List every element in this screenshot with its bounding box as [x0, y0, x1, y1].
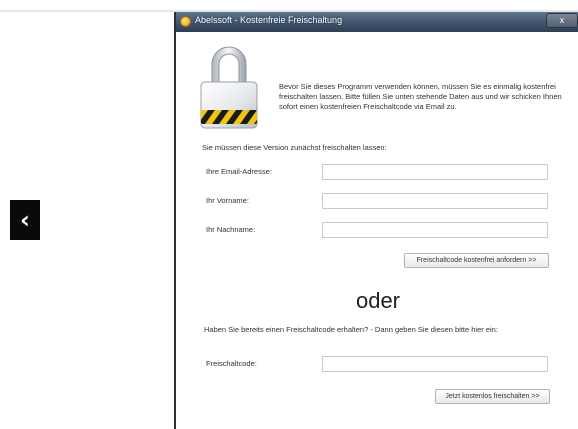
close-icon: x: [559, 15, 565, 25]
email-label: Ihre Email-Adresse:: [206, 167, 272, 176]
lastname-label: Ihr Nachname:: [206, 225, 256, 234]
back-arrow-button[interactable]: ‹: [10, 200, 40, 240]
screenshot-page: ‹ Abelssoft - Kostenfreie Freischaltung …: [0, 0, 578, 429]
code-question: Haben Sie bereits einen Freischaltcode e…: [204, 325, 498, 334]
lastname-row: Ihr Nachname:: [206, 222, 552, 239]
window-title: Abelssoft - Kostenfreie Freischaltung: [195, 15, 343, 25]
code-field[interactable]: [322, 356, 548, 372]
request-code-button[interactable]: Freischaltcode kostenfrei anfordern >>: [404, 253, 549, 268]
close-button[interactable]: x: [546, 13, 578, 28]
version-note: Sie müssen diese Version zunächst freisc…: [202, 143, 387, 152]
abelssoft-logo-icon: [180, 16, 191, 27]
chevron-left-icon: ‹: [20, 206, 30, 234]
or-separator: oder: [355, 288, 401, 313]
activation-dialog: Abelssoft - Kostenfreie Freischaltung x: [174, 12, 578, 429]
firstname-row: Ihr Vorname:: [206, 193, 552, 210]
padlock-icon: [200, 46, 258, 129]
intro-text: Bevor Sie dieses Programm verwenden könn…: [279, 82, 562, 111]
titlebar: Abelssoft - Kostenfreie Freischaltung x: [176, 12, 578, 32]
lastname-field[interactable]: [322, 222, 548, 238]
unlock-button[interactable]: Jetzt kostenlos freischalten >>: [435, 389, 550, 404]
email-row: Ihre Email-Adresse:: [206, 164, 552, 181]
firstname-label: Ihr Vorname:: [206, 196, 249, 205]
firstname-field[interactable]: [322, 193, 548, 209]
code-label: Freischaltcode:: [206, 359, 257, 368]
code-row: Freischaltcode:: [206, 356, 552, 373]
email-field[interactable]: [322, 164, 548, 180]
